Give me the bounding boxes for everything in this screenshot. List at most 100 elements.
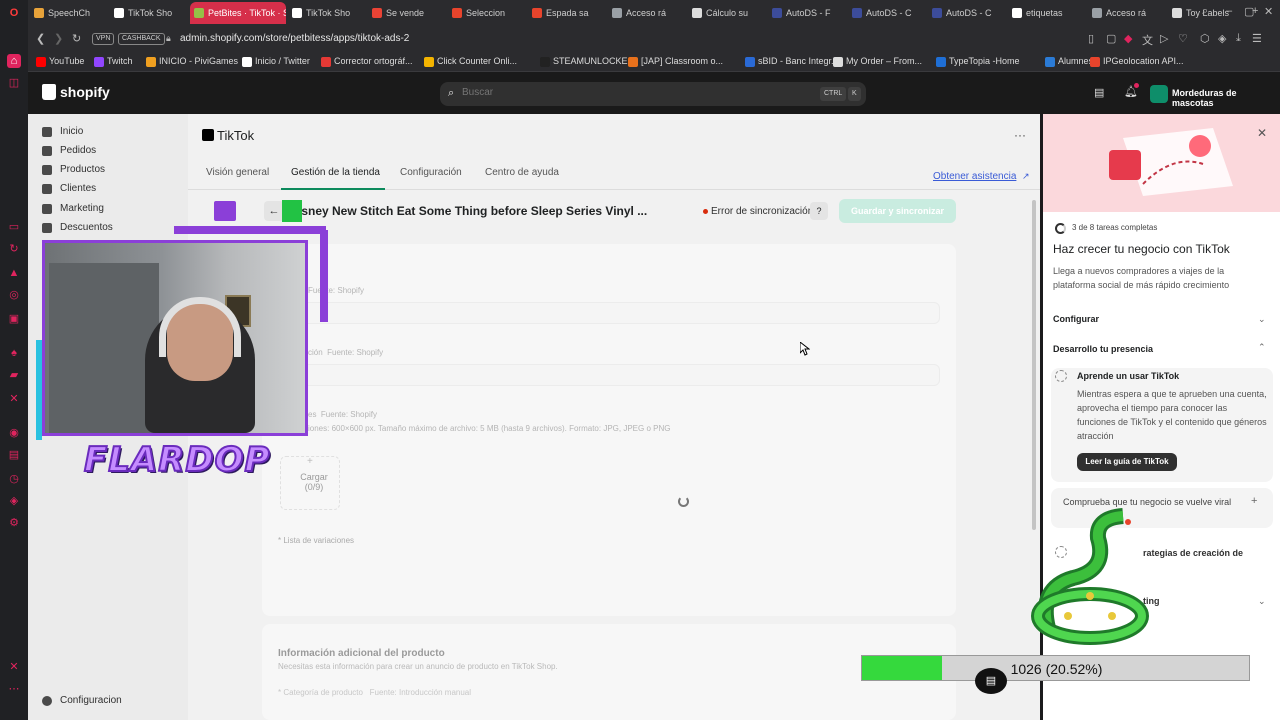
- browser-tab[interactable]: AutoDS - C: [928, 2, 1006, 24]
- wallet-icon[interactable]: ▤: [7, 448, 21, 462]
- browser-tab[interactable]: AutoDS - F: [768, 2, 846, 24]
- save-sync-button[interactable]: Guardar y sincronizar: [839, 199, 956, 223]
- minimize-icon[interactable]: –: [1226, 5, 1232, 17]
- nav-descuentos[interactable]: Descuentos: [42, 220, 113, 236]
- section-configurar[interactable]: Configurar: [1053, 314, 1099, 324]
- shopify-logo[interactable]: shopify: [42, 84, 110, 100]
- search-box[interactable]: ⌕ CTRL K: [440, 82, 866, 106]
- home-icon[interactable]: ⌂: [7, 54, 21, 68]
- bookmark-item[interactable]: My Order – From...: [833, 56, 922, 67]
- vpn-badge[interactable]: VPN: [92, 33, 115, 45]
- tab-gestion-tienda[interactable]: Gestión de la tienda: [291, 167, 380, 178]
- snapshot-icon[interactable]: ▢: [1106, 32, 1116, 45]
- sidebar-app-icon[interactable]: ▭: [7, 220, 21, 234]
- tab-centro-ayuda[interactable]: Centro de ayuda: [485, 167, 559, 178]
- instagram-icon[interactable]: ◎: [7, 288, 21, 302]
- player-icon[interactable]: ◉: [7, 426, 21, 440]
- browser-tab[interactable]: Seleccion: [448, 2, 526, 24]
- section-presencia[interactable]: Desarrollo tu presencia: [1053, 344, 1153, 354]
- store-avatar[interactable]: [1150, 85, 1168, 103]
- clock-icon[interactable]: ◷: [7, 472, 21, 486]
- wallet-ext-icon[interactable]: ◈: [1218, 32, 1226, 45]
- browser-tab[interactable]: AutoDS - C: [848, 2, 926, 24]
- close-window-icon[interactable]: ✕: [1264, 5, 1273, 18]
- search-input[interactable]: [462, 87, 762, 98]
- menu-icon[interactable]: ☰: [1252, 32, 1262, 45]
- forward-nav-icon[interactable]: ❯: [54, 32, 63, 45]
- read-guide-button[interactable]: Leer la guía de TikTok: [1077, 453, 1177, 471]
- browser-tab[interactable]: PetBites · TikTok · S: [190, 2, 286, 24]
- bookmark-item[interactable]: sBID - Banc Integr...: [745, 56, 839, 67]
- nav-pedidos[interactable]: Pedidos: [42, 143, 96, 159]
- store-name[interactable]: Mordeduras de mascotas: [1172, 88, 1280, 108]
- nav-marketing[interactable]: Marketing: [42, 201, 104, 217]
- bookmark-item[interactable]: TypeTopia -Home: [936, 56, 1020, 67]
- more-actions-button[interactable]: ···: [1014, 128, 1026, 142]
- bookmark-item[interactable]: STEAMUNLOCKE...: [540, 56, 635, 67]
- bookmark-item[interactable]: YouTube: [36, 56, 84, 67]
- cashback-badge[interactable]: CASHBACK: [118, 33, 165, 45]
- bookmark-item[interactable]: Alumnes: [1045, 56, 1093, 67]
- shield-icon[interactable]: ◆: [1124, 32, 1132, 45]
- get-help-link[interactable]: Obtener asistencia: [933, 171, 1016, 182]
- nav-configuracion[interactable]: Configuracion: [42, 693, 122, 709]
- chat-bubble-icon[interactable]: ▤: [975, 668, 1007, 694]
- x-icon[interactable]: ✕: [7, 392, 21, 406]
- search-tabs-icon[interactable]: ⌕: [1202, 5, 1208, 18]
- pin-icon[interactable]: ✕: [7, 660, 21, 674]
- scroll-thumb[interactable]: [1032, 200, 1036, 530]
- nav-productos[interactable]: Productos: [42, 162, 105, 178]
- sidebar-app-icon-2[interactable]: ▣: [7, 312, 21, 326]
- chevron-up-icon[interactable]: ⌃: [1258, 342, 1266, 353]
- chevron-down-icon[interactable]: ⌄: [1258, 314, 1266, 325]
- chevron-down-icon-2[interactable]: ⌄: [1258, 596, 1266, 607]
- url-text[interactable]: admin.shopify.com/store/petbitess/apps/t…: [180, 33, 409, 44]
- reload-icon[interactable]: ↻: [72, 32, 81, 45]
- messenger-icon[interactable]: ◫: [7, 76, 21, 90]
- play-icon[interactable]: ▷: [1160, 32, 1168, 45]
- panel-close-icon[interactable]: ✕: [1257, 126, 1267, 140]
- nav-inicio[interactable]: Inicio: [42, 124, 83, 140]
- cube-icon[interactable]: ◈: [7, 494, 21, 508]
- bookmark-item[interactable]: Inicio / Twitter: [242, 56, 310, 67]
- extensions-icon[interactable]: ⬡: [1200, 32, 1210, 45]
- title-field[interactable]: [276, 302, 940, 324]
- task-status-circle-icon[interactable]: [1055, 370, 1067, 382]
- back-arrow-icon[interactable]: ←: [264, 201, 284, 221]
- info-icon[interactable]: ?: [810, 202, 828, 220]
- twitch-sidebar-icon[interactable]: ▰: [7, 368, 21, 382]
- heart-icon[interactable]: ♡: [1178, 32, 1188, 45]
- browser-tab[interactable]: SpeechCh: [30, 2, 108, 24]
- back-nav-icon[interactable]: ❮: [36, 32, 45, 45]
- bookmark-icon[interactable]: ▯: [1088, 32, 1094, 45]
- bookmark-item[interactable]: [JAP] Classroom o...: [628, 56, 723, 67]
- browser-tab[interactable]: Acceso rá: [608, 2, 686, 24]
- tab-vision-general[interactable]: Visión general: [206, 167, 269, 178]
- description-field[interactable]: [276, 364, 940, 386]
- bookmark-item[interactable]: IPGeolocation API...: [1090, 56, 1184, 67]
- tab-configuracion[interactable]: Configuración: [400, 167, 462, 178]
- bookmark-item[interactable]: Twitch: [94, 56, 133, 67]
- browser-tab[interactable]: Cálculo su: [688, 2, 766, 24]
- bookmark-item[interactable]: Corrector ortográf...: [321, 56, 413, 67]
- browser-tab[interactable]: TikTok Sho: [110, 2, 188, 24]
- sidebar-app-icon-3[interactable]: ♠: [7, 346, 21, 360]
- bookmark-item[interactable]: INICIO - PiviGames: [146, 56, 238, 67]
- bookmark-item[interactable]: Click Counter Onli...: [424, 56, 517, 67]
- bag-icon[interactable]: ▲: [7, 266, 21, 280]
- download-icon[interactable]: ⤓: [1236, 32, 1241, 45]
- translate-icon[interactable]: 文: [1142, 32, 1153, 48]
- inbox-icon[interactable]: ▤: [1094, 86, 1104, 99]
- url-box[interactable]: VPN CASHBACK 🔒︎ admin.shopify.com/store/…: [90, 29, 1050, 49]
- browser-tab[interactable]: Se vende: [368, 2, 446, 24]
- settings-icon[interactable]: ⚙: [7, 516, 21, 530]
- maximize-icon[interactable]: ▢: [1244, 5, 1254, 18]
- browser-tab[interactable]: etiquetas: [1008, 2, 1086, 24]
- more-icon[interactable]: ⋯: [7, 682, 21, 696]
- browser-tab[interactable]: Espada sa: [528, 2, 606, 24]
- nav-clientes[interactable]: Clientes: [42, 181, 96, 197]
- browser-tab[interactable]: Acceso rá: [1088, 2, 1166, 24]
- history-icon[interactable]: ↻: [7, 242, 21, 256]
- expand-plus-icon[interactable]: +: [1251, 495, 1257, 507]
- opera-logo-icon[interactable]: O: [7, 6, 21, 20]
